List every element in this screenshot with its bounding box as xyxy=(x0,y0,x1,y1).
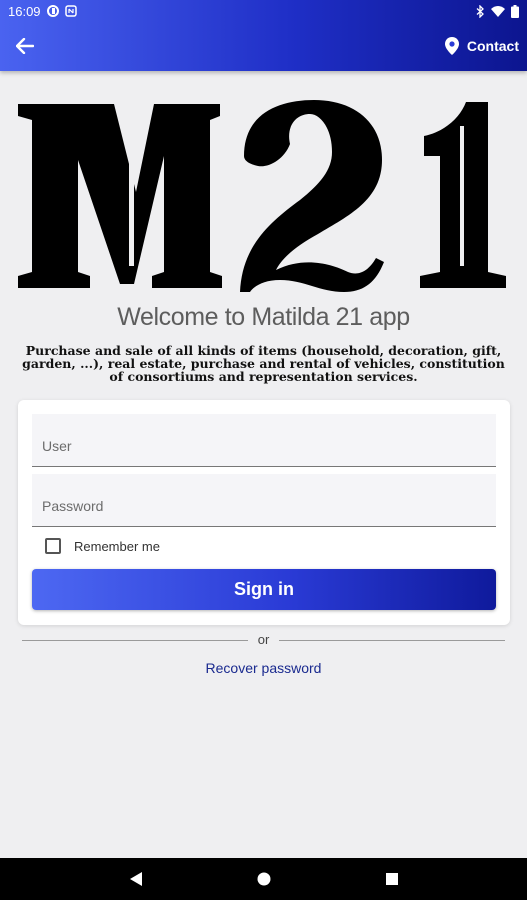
nav-back-button[interactable] xyxy=(127,870,145,888)
bluetooth-icon xyxy=(476,4,485,18)
battery-icon xyxy=(511,4,519,18)
status-time: 16:09 xyxy=(8,3,41,19)
divider-left xyxy=(22,640,248,641)
home-circle-icon xyxy=(257,872,271,886)
status-bar: 16:09 xyxy=(0,0,527,22)
nav-home-button[interactable] xyxy=(255,870,273,888)
password-input[interactable] xyxy=(32,474,496,526)
back-triangle-icon xyxy=(130,872,142,886)
back-button[interactable] xyxy=(12,35,38,57)
remember-me-row[interactable]: Remember me xyxy=(45,538,160,554)
m21-logo xyxy=(18,100,506,292)
user-input[interactable] xyxy=(32,414,496,466)
recover-password-link[interactable]: Recover password xyxy=(0,660,527,676)
sign-in-button[interactable]: Sign in xyxy=(32,569,496,610)
nfc-icon xyxy=(64,5,77,17)
password-field xyxy=(32,474,496,527)
contact-button[interactable]: Contact xyxy=(444,34,519,58)
data-saver-icon xyxy=(46,5,59,17)
remember-me-label: Remember me xyxy=(74,538,160,554)
location-pin-icon xyxy=(444,37,459,55)
nav-recents-button[interactable] xyxy=(383,870,401,888)
navigation-bar xyxy=(0,858,527,900)
or-label: or xyxy=(257,632,270,647)
arrow-left-icon xyxy=(16,38,34,54)
divider-right xyxy=(279,640,505,641)
welcome-title: Welcome to Matilda 21 app xyxy=(117,303,410,331)
wifi-icon xyxy=(491,5,505,17)
remember-me-checkbox[interactable] xyxy=(45,538,61,554)
contact-label: Contact xyxy=(466,38,519,54)
user-field xyxy=(32,414,496,467)
login-card: Remember me Sign in xyxy=(18,400,510,625)
app-description: Purchase and sale of all kinds of items … xyxy=(22,343,505,384)
recents-square-icon xyxy=(386,873,398,885)
